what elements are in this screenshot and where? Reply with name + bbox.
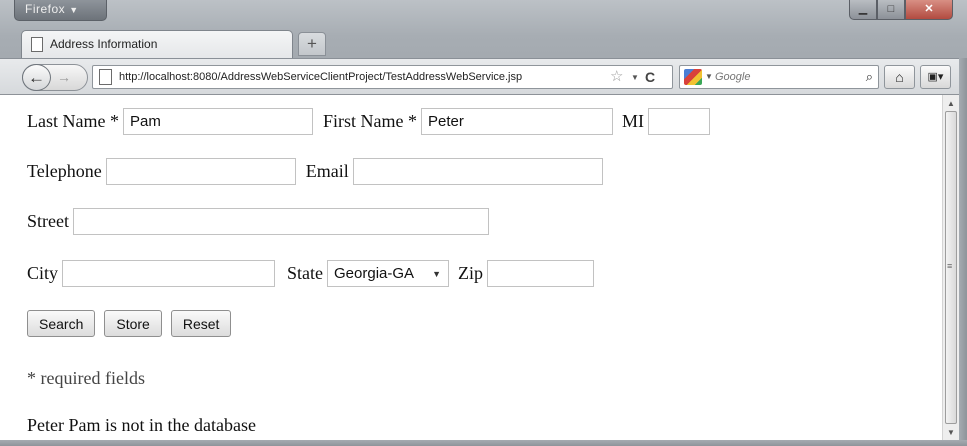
vertical-scrollbar[interactable]: ▲ ≡ ▼ — [942, 95, 959, 440]
mi-field[interactable] — [647, 108, 710, 135]
navigation-toolbar: ← → http://localhost:8080/AddressWebServ… — [0, 58, 967, 95]
minimize-button[interactable]: ▁ — [849, 0, 877, 20]
content-left-margin — [0, 95, 10, 440]
url-bar[interactable]: http://localhost:8080/AddressWebServiceC… — [92, 65, 673, 89]
telephone-label: Telephone — [27, 161, 102, 181]
scroll-down-icon[interactable]: ▼ — [947, 428, 955, 437]
window-controls: ▁ □ ✕ — [849, 0, 953, 20]
city-label: City — [27, 263, 59, 283]
url-text: http://localhost:8080/AddressWebServiceC… — [119, 71, 523, 83]
status-message: Peter Pam is not in the database — [27, 415, 256, 435]
back-button[interactable]: ← — [22, 64, 51, 91]
home-icon: ⌂ — [895, 69, 904, 85]
city-field[interactable] — [62, 260, 276, 287]
chevron-down-icon: ▼ — [432, 268, 441, 279]
search-bar[interactable]: ▼ ⌕ — [679, 65, 879, 89]
reload-icon[interactable]: C — [645, 67, 655, 87]
city-row: City State Georgia-GA ▼ Zip — [27, 260, 594, 287]
reset-button[interactable]: Reset — [170, 310, 232, 337]
page-content: Last Name * First Name * MI Telephone Em… — [10, 95, 942, 441]
state-select[interactable]: Georgia-GA ▼ — [327, 260, 449, 287]
mi-label: MI — [621, 111, 644, 131]
bookmark-star-icon[interactable]: ☆ — [610, 67, 623, 87]
maximize-button[interactable]: □ — [877, 0, 905, 20]
scrollbar-grip-icon: ≡ — [947, 261, 953, 271]
state-label: State — [287, 263, 324, 283]
button-row: Search Store Reset — [27, 310, 240, 337]
scrollbar-thumb[interactable]: ≡ — [945, 111, 957, 424]
page-icon — [31, 37, 43, 52]
last-name-label: Last Name * — [27, 111, 119, 131]
search-icon[interactable]: ⌕ — [866, 67, 873, 87]
tab-title: Address Information — [50, 37, 158, 51]
search-input[interactable] — [715, 67, 845, 87]
contact-row: Telephone Email — [27, 158, 603, 185]
scroll-up-icon[interactable]: ▲ — [947, 99, 955, 108]
email-label: Email — [305, 161, 349, 181]
window-frame-right — [959, 58, 967, 446]
home-button[interactable]: ⌂ — [884, 65, 915, 89]
zip-label: Zip — [457, 263, 483, 283]
back-arrow-icon: ← — [28, 68, 45, 87]
browser-chrome: Firefox ▼ ▁ □ ✕ Address Information + ← →… — [0, 0, 967, 95]
history-dropdown-icon[interactable]: ▼ — [631, 68, 639, 88]
addon-bar-button[interactable]: ▣▾ — [920, 65, 951, 89]
chevron-down-icon: ▼ — [69, 5, 79, 15]
telephone-field[interactable] — [105, 158, 296, 185]
name-row: Last Name * First Name * MI — [27, 108, 710, 135]
forward-button[interactable]: → — [57, 67, 71, 88]
street-row: Street — [27, 208, 489, 235]
forward-arrow-icon: → — [57, 69, 71, 85]
email-field[interactable] — [352, 158, 603, 185]
nav-arrows: ← → — [22, 64, 88, 91]
addon-bar-icon: ▣▾ — [927, 71, 944, 83]
store-button[interactable]: Store — [104, 310, 162, 337]
street-field[interactable] — [73, 208, 489, 235]
close-window-button[interactable]: ✕ — [905, 0, 953, 20]
page-icon — [99, 69, 112, 85]
zip-field[interactable] — [486, 260, 594, 287]
last-name-field[interactable] — [122, 108, 313, 135]
search-engine-icon[interactable] — [684, 69, 702, 85]
window-frame-bottom — [0, 440, 967, 446]
search-button[interactable]: Search — [27, 310, 96, 337]
street-label: Street — [27, 211, 69, 231]
first-name-label: First Name * — [322, 111, 417, 131]
firefox-menu-button[interactable]: Firefox ▼ — [14, 0, 107, 21]
first-name-field[interactable] — [420, 108, 613, 135]
firefox-menu-label: Firefox — [25, 2, 66, 16]
tab-address-information[interactable]: Address Information — [21, 30, 293, 58]
plus-icon: + — [307, 34, 317, 53]
required-fields-note: * required fields — [27, 368, 145, 388]
chevron-down-icon[interactable]: ▼ — [705, 67, 713, 87]
new-tab-button[interactable]: + — [298, 32, 326, 56]
state-select-value: Georgia-GA — [334, 265, 415, 282]
